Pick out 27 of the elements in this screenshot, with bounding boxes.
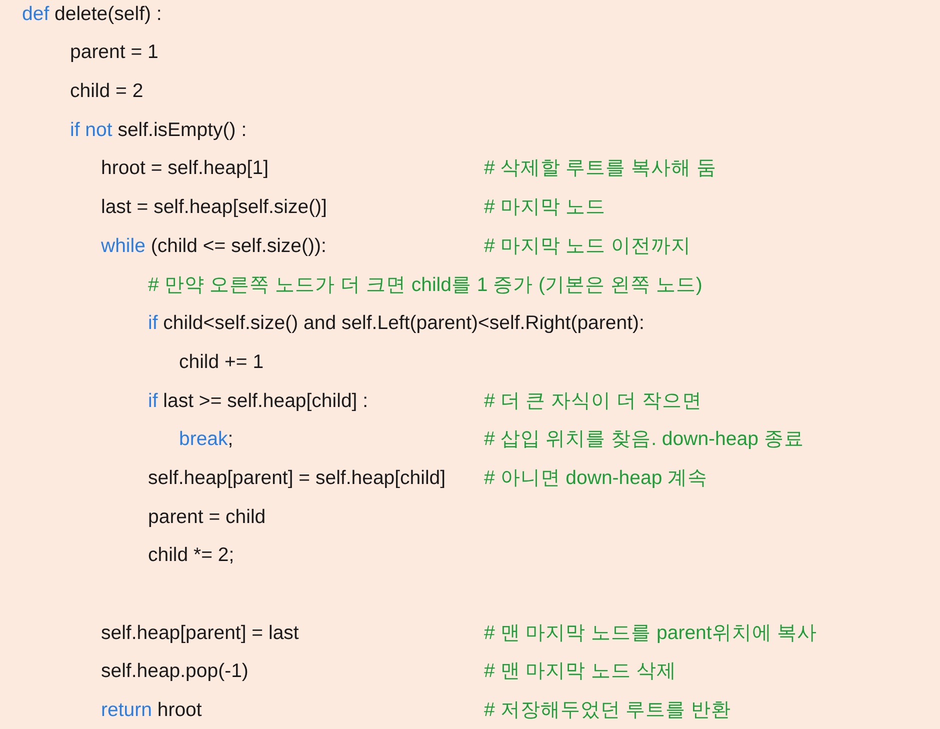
code-comment: # 저장해두었던 루트를 반환 — [484, 698, 732, 724]
code-line: if child<self.size() and self.Left(parent)<self.Right(parent): — [148, 312, 644, 334]
code-line: self.heap[parent] = last — [101, 622, 299, 644]
code-line: break; — [179, 428, 234, 450]
code-comment: # 마지막 노드 — [484, 195, 606, 220]
code-line: parent = child — [148, 506, 266, 528]
code-line: self.heap.pop(-1) — [101, 660, 248, 682]
code-comment: # 아니면 down-heap 계속 — [484, 466, 708, 491]
code-line: child = 2 — [70, 80, 144, 102]
code-line: if last >= self.heap[child] : — [148, 390, 368, 412]
code-line: while (child <= self.size()): — [101, 234, 326, 257]
code-line: parent = 1 — [70, 41, 158, 64]
code-comment: # 삽입 위치를 찾음. down-heap 종료 — [484, 427, 804, 452]
code-comment: # 삭제할 루트를 복사해 둠 — [484, 156, 717, 182]
code-line: child += 1 — [179, 350, 264, 373]
code-line: return hroot — [101, 699, 202, 722]
code-line: def delete(self) : — [22, 2, 162, 25]
code-comment: # 맨 마지막 노드를 parent위치에 복사 — [484, 620, 818, 646]
code-line: self.heap[parent] = self.heap[child] — [148, 466, 446, 489]
code-line: if not self.isEmpty() : — [70, 118, 247, 141]
code-comment: # 만약 오른쪽 노드가 더 크면 child를 1 증가 (기본은 왼쪽 노드) — [148, 272, 702, 298]
code-line: last = self.heap[self.size()] — [101, 196, 327, 218]
code-comment: # 맨 마지막 노드 삭제 — [484, 659, 677, 684]
code-line: child *= 2; — [148, 544, 234, 566]
code-comment: # 마지막 노드 이전까지 — [484, 234, 692, 259]
code-line: hroot = self.heap[1] — [101, 157, 268, 180]
code-comment: # 더 큰 자식이 더 작으면 — [484, 388, 702, 414]
